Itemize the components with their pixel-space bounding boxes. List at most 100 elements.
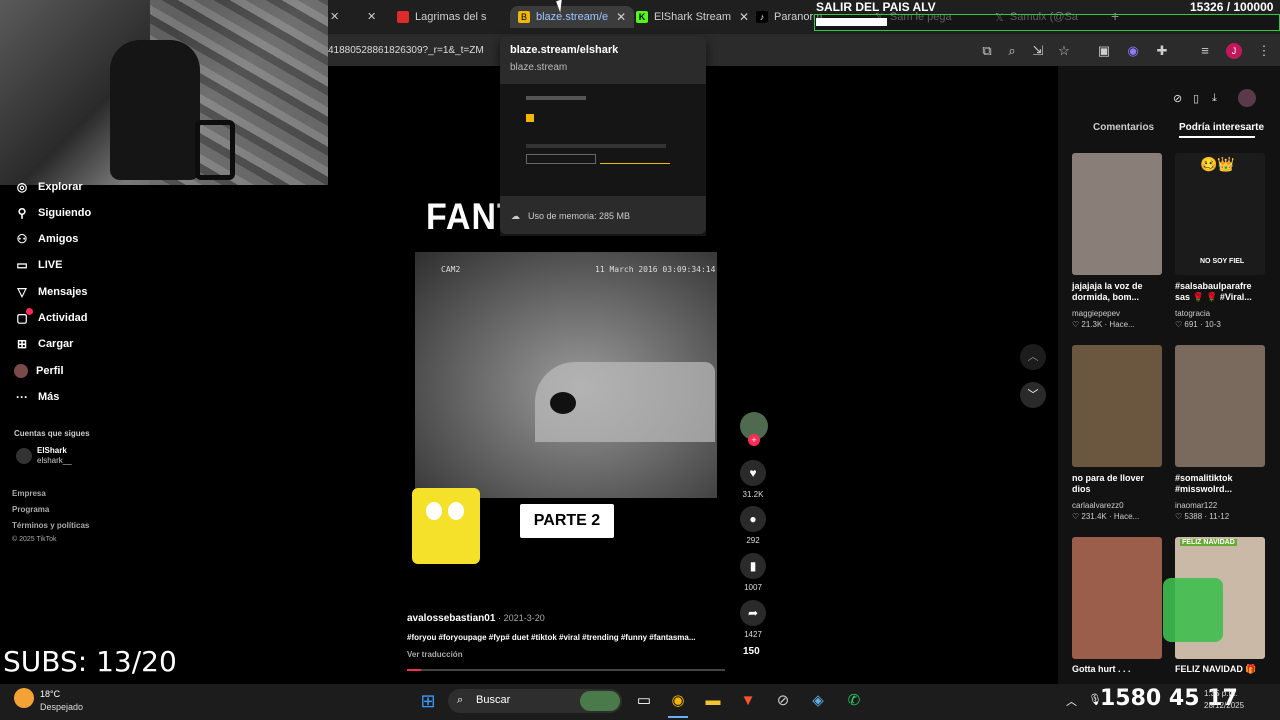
following-handle[interactable]: elshark__ <box>37 456 72 465</box>
video-caption[interactable]: no para de llover dios <box>1072 473 1164 495</box>
close-icon[interactable]: ✕ <box>739 10 749 24</box>
footer-link[interactable]: Términos y políticas <box>12 521 89 530</box>
video-thumbnail[interactable] <box>1072 345 1162 467</box>
brave-icon[interactable]: ▼ <box>736 690 760 712</box>
link-icon[interactable]: ⊘ <box>1173 92 1182 105</box>
translate-icon[interactable]: ⧉ <box>979 43 995 59</box>
memory-icon: ☁ <box>511 211 520 221</box>
phone-icon[interactable]: ▯ <box>1193 92 1199 105</box>
video-user[interactable]: maggiepepev <box>1072 309 1120 318</box>
video-thumbnail[interactable] <box>1072 153 1162 275</box>
video-player[interactable] <box>415 252 717 498</box>
timer-icon[interactable]: ⊘ <box>771 690 795 712</box>
profile-avatar[interactable]: J <box>1226 43 1242 59</box>
address-bar[interactable]: 41880528861826309?_r=1&_t=ZM <box>328 45 484 56</box>
share-action[interactable]: ➦ 1427 <box>740 600 766 639</box>
message-icon: ▽ <box>17 285 27 299</box>
sidebar-item-amigos[interactable]: ⚇ Amigos <box>14 232 79 246</box>
weather-temp[interactable]: 18°C <box>40 689 60 699</box>
chevron-down-icon[interactable]: ﹀ <box>1020 382 1046 408</box>
video-caption[interactable]: jajajaja la voz de dormida, bom... <box>1072 281 1164 303</box>
tab-elshark[interactable]: K ElShark Stream ✕ <box>636 6 749 28</box>
video-user[interactable]: carlaalvarezz0 <box>1072 501 1124 510</box>
video-caption[interactable]: #salsabaulparafre sas 🌹 🌹 #Viral... <box>1175 281 1267 303</box>
chrome-icon[interactable]: ◉ <box>666 690 690 712</box>
video-caption[interactable]: FELIZ NAVIDAD 🎁 <box>1175 664 1267 675</box>
system-date[interactable]: 28/12/2025 <box>1204 701 1244 710</box>
preview-logo <box>526 114 534 122</box>
tab-close-icon[interactable]: ✕ <box>367 10 376 23</box>
cam-tag: CAM2 <box>441 265 461 274</box>
following-header: Cuentas que sigues <box>14 429 90 438</box>
follow-plus-icon[interactable]: + <box>748 434 760 446</box>
video-user[interactable]: inaomar122 <box>1175 501 1217 510</box>
video-caption[interactable]: #somalitiktok #misswolrd... <box>1175 473 1267 495</box>
like-action[interactable]: ♥ 31.2K <box>740 460 766 499</box>
tab-lagrimas[interactable]: Lagrimas del s <box>397 6 487 28</box>
windows-start-icon[interactable]: ⊞ <box>416 690 440 712</box>
video-progress-track[interactable] <box>407 669 725 671</box>
sticker-eye <box>448 502 464 520</box>
video-author[interactable]: avalossebastian01 · 2021-3-20 <box>407 613 545 624</box>
tab-comentarios[interactable]: Comentarios <box>1093 122 1154 133</box>
avatar[interactable] <box>1238 89 1256 107</box>
video-caption[interactable]: Gotta hurt . . . <box>1072 664 1164 675</box>
reading-list-icon[interactable]: ≡ <box>1197 43 1213 59</box>
author-name[interactable]: avalossebastian01 <box>407 613 495 624</box>
sidebar-item-mas[interactable]: ··· Más <box>14 390 59 404</box>
upload-icon: ⊞ <box>16 337 28 351</box>
video-thumbnail[interactable] <box>1175 345 1265 467</box>
translate-link[interactable]: Ver traducción <box>407 650 463 659</box>
active-app-indicator <box>668 716 688 718</box>
file-explorer-icon[interactable]: ▬ <box>701 690 725 712</box>
cast-icon[interactable]: ⇲ <box>1030 43 1046 59</box>
video-user[interactable]: tatogracia <box>1175 309 1210 318</box>
share-count: 1427 <box>744 630 762 639</box>
extension-icon[interactable]: ◉ <box>1125 43 1141 59</box>
sidebar-item-siguiendo[interactable]: ⚲ Siguiendo <box>14 206 92 220</box>
menu-dots-icon[interactable]: ⋮ <box>1256 43 1272 59</box>
tab-paranormal[interactable]: ♪ Paranorm <box>756 6 822 28</box>
tab-podria-interesarte[interactable]: Podría interesarte <box>1179 122 1264 133</box>
sidebar-item-cargar[interactable]: ⊞ Cargar <box>14 337 74 351</box>
sidebar-item-live[interactable]: ▭ LIVE <box>14 258 62 272</box>
screenshot-icon[interactable]: ▣ <box>1096 43 1112 59</box>
video-thumbnail[interactable] <box>1072 537 1162 659</box>
sidebar-item-perfil[interactable]: Perfil <box>14 364 64 378</box>
search-icon: ⌕ <box>457 694 464 706</box>
share-icon[interactable]: ➦ <box>740 600 766 626</box>
weather-desc[interactable]: Despejado <box>40 702 83 712</box>
bookmark-icon[interactable]: ▮ <box>740 553 766 579</box>
tray-chevron-icon[interactable]: ︿ <box>1066 693 1077 709</box>
sidebar-item-label: LIVE <box>38 259 63 271</box>
footer-link[interactable]: Empresa <box>12 489 46 498</box>
bookmark-star-icon[interactable]: ☆ <box>1056 43 1072 59</box>
zoom-icon[interactable]: ⌕ <box>1004 43 1020 59</box>
weather-sun-icon[interactable] <box>14 688 34 708</box>
friends-icon: ⚇ <box>16 232 28 246</box>
profile-icon <box>14 364 28 378</box>
chevron-up-icon[interactable]: ︿ <box>1020 344 1046 370</box>
sidebar-item-mensajes[interactable]: ▽ Mensajes <box>14 285 87 299</box>
puzzle-icon[interactable]: ✚ <box>1154 43 1170 59</box>
comment-action[interactable]: ● 292 <box>740 506 766 545</box>
sidebar-item-explorar[interactable]: ◎ Explorar <box>14 180 83 194</box>
task-view-icon[interactable]: ▭ <box>632 690 656 712</box>
close-icon[interactable]: ✕ <box>616 10 626 24</box>
tab-close-icon[interactable]: ✕ <box>330 10 339 23</box>
save-action[interactable]: ▮ 1007 <box>740 553 766 592</box>
footer-link[interactable]: Programa <box>12 505 49 514</box>
comment-icon[interactable]: ● <box>740 506 766 532</box>
following-name[interactable]: ElShark <box>37 446 67 455</box>
tab-blaze[interactable]: B blaze.stream/e ✕ <box>510 6 635 28</box>
creator-avatar[interactable]: + <box>740 412 768 446</box>
whatsapp-icon[interactable]: ✆ <box>842 690 866 712</box>
steam-icon[interactable]: ◈ <box>806 690 830 712</box>
download-icon[interactable]: ⤓ <box>1212 92 1217 105</box>
video-stats: ♡ 691 · 10-3 <box>1175 320 1221 329</box>
heart-icon[interactable]: ♥ <box>740 460 766 486</box>
system-time[interactable]: 1:35 p.m. <box>1204 689 1237 698</box>
video-caption[interactable]: #foryou #foryoupage #fyp# duet #tiktok #… <box>407 633 727 642</box>
following-avatar[interactable] <box>16 448 32 464</box>
sidebar-item-actividad[interactable]: ▢ Actividad <box>14 311 87 325</box>
